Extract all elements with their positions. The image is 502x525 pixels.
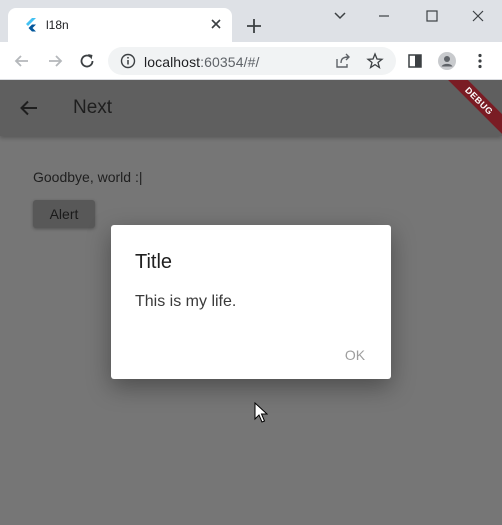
browser-tab[interactable]: l18n bbox=[8, 8, 232, 42]
back-navigation-icon[interactable] bbox=[12, 51, 32, 71]
app-bar: Next DEBUG bbox=[0, 80, 502, 138]
window-close-icon[interactable] bbox=[468, 6, 488, 26]
app-viewport: Next DEBUG Goodbye, world :| Alert Title… bbox=[0, 80, 502, 525]
minimize-icon[interactable] bbox=[374, 6, 394, 26]
dialog-title: Title bbox=[135, 251, 173, 273]
forward-navigation-icon[interactable] bbox=[45, 51, 65, 71]
url-host: localhost bbox=[144, 54, 201, 70]
back-arrow-icon[interactable] bbox=[18, 97, 40, 119]
message-text: Goodbye, world :| bbox=[33, 169, 143, 185]
browser-tab-strip: l18n bbox=[0, 0, 502, 42]
alert-dialog: Title This is my life. OK bbox=[111, 225, 391, 379]
alert-button[interactable]: Alert bbox=[33, 200, 95, 228]
flutter-favicon-icon bbox=[24, 18, 38, 32]
address-bar[interactable]: localhost:60354/#/ bbox=[108, 47, 396, 75]
page-title: Next bbox=[73, 97, 113, 118]
url-text: localhost:60354/#/ bbox=[144, 54, 259, 70]
dialog-content: This is my life. bbox=[135, 293, 237, 310]
debug-banner: DEBUG bbox=[442, 80, 502, 138]
mouse-cursor-icon bbox=[254, 401, 269, 424]
dialog-ok-button[interactable]: OK bbox=[335, 343, 375, 367]
bookmark-star-icon[interactable] bbox=[366, 52, 384, 70]
more-menu-icon[interactable] bbox=[470, 51, 490, 71]
maximize-icon[interactable] bbox=[422, 6, 442, 26]
tab-close-icon[interactable] bbox=[208, 16, 224, 32]
browser-toolbar: localhost:60354/#/ bbox=[0, 42, 502, 80]
site-info-icon[interactable] bbox=[120, 53, 136, 69]
profile-avatar-icon[interactable] bbox=[437, 51, 457, 71]
url-path: :60354/#/ bbox=[200, 54, 260, 70]
reload-icon[interactable] bbox=[77, 51, 97, 71]
share-icon[interactable] bbox=[334, 52, 352, 70]
tab-title: l18n bbox=[46, 18, 69, 32]
new-tab-icon[interactable] bbox=[244, 16, 264, 36]
tab-search-chevron-down-icon[interactable] bbox=[330, 6, 350, 26]
side-panel-icon[interactable] bbox=[405, 51, 425, 71]
